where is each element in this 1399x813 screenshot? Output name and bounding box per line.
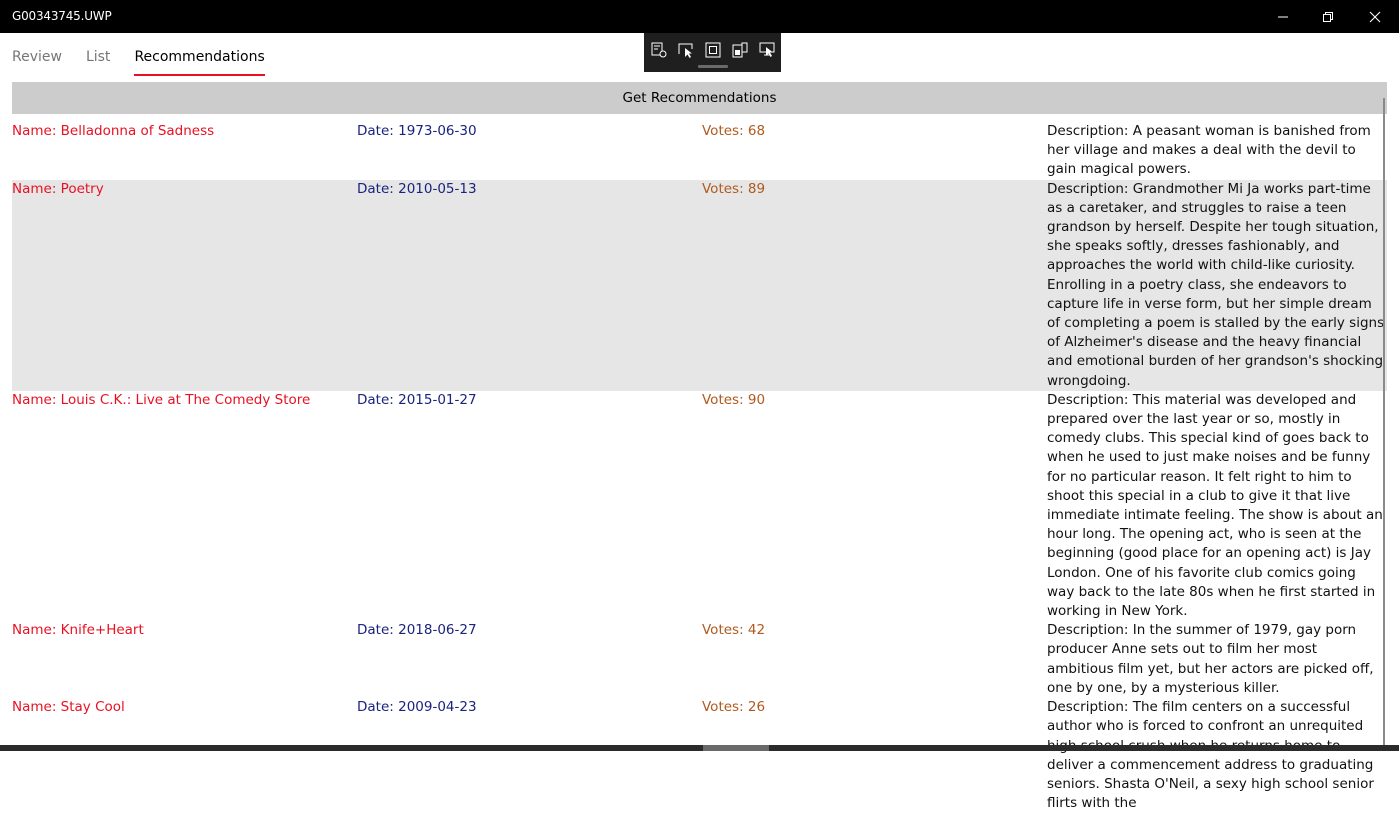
item-date: Date: 2018-06-27: [357, 622, 477, 639]
minimize-button[interactable]: [1260, 0, 1306, 33]
close-button[interactable]: [1352, 0, 1398, 33]
window-title: G00343745.UWP: [12, 9, 112, 23]
item-votes: Votes: 68: [702, 123, 766, 139]
title-bar: G00343745.UWP: [0, 0, 1399, 33]
vertical-scrollbar[interactable]: [1383, 98, 1385, 751]
live-visual-tree-icon[interactable]: [650, 41, 668, 59]
restore-icon: [1323, 11, 1333, 22]
item-description: Description: Grandmother Mi Ja works par…: [1047, 180, 1385, 389]
display-layout-adorners-icon[interactable]: [704, 41, 722, 59]
recommendations-list: Name: Belladonna of Sadness Date: 1973-0…: [12, 122, 1387, 813]
item-date: Date: 2009-04-23: [357, 699, 477, 716]
tab-recommendations[interactable]: Recommendations: [134, 46, 266, 76]
preview-selection-icon[interactable]: [758, 41, 776, 59]
toolbar-grip[interactable]: [698, 65, 728, 68]
select-element-icon[interactable]: [677, 41, 695, 59]
item-name: Name: Stay Cool: [12, 699, 125, 716]
item-date: Date: 1973-06-30: [357, 123, 477, 139]
item-name: Name: Belladonna of Sadness: [12, 123, 215, 139]
item-votes: Votes: 26: [702, 699, 766, 716]
item-votes: Votes: 42: [702, 622, 766, 639]
pivot-tabs: Review List Recommendations: [12, 46, 289, 80]
item-name: Name: Poetry: [12, 180, 104, 197]
item-description: Description: This material was developed…: [1047, 391, 1383, 620]
item-description: Description: A peasant woman is banished…: [1047, 123, 1371, 178]
minimize-icon: [1278, 16, 1288, 17]
scrollbar-thumb[interactable]: [703, 745, 769, 751]
item-name: Name: Knife+Heart: [12, 622, 144, 639]
tab-review[interactable]: Review: [12, 46, 62, 76]
close-icon: [1369, 11, 1381, 22]
get-recommendations-button[interactable]: Get Recommendations: [12, 82, 1387, 114]
tab-list[interactable]: List: [86, 46, 110, 76]
item-votes: Votes: 89: [702, 180, 766, 197]
horizontal-scrollbar[interactable]: [0, 745, 1399, 751]
item-date: Date: 2015-01-27: [357, 391, 477, 408]
restore-button[interactable]: [1305, 0, 1351, 33]
list-item[interactable]: Name: Stay Cool Date: 2009-04-23 Votes: …: [12, 698, 1387, 813]
item-date: Date: 2010-05-13: [357, 180, 477, 197]
list-item[interactable]: Name: Belladonna of Sadness Date: 1973-0…: [12, 122, 1387, 180]
list-item[interactable]: Name: Louis C.K.: Live at The Comedy Sto…: [12, 391, 1387, 621]
item-description: Description: In the summer of 1979, gay …: [1047, 622, 1374, 696]
item-votes: Votes: 90: [702, 391, 766, 408]
list-item[interactable]: Name: Knife+Heart Date: 2018-06-27 Votes…: [12, 621, 1387, 698]
item-description: Description: The film centers on a succe…: [1047, 699, 1374, 812]
item-name: Name: Louis C.K.: Live at The Comedy Sto…: [12, 391, 311, 408]
debug-toolbar: [644, 33, 781, 72]
track-focus-icon[interactable]: [731, 41, 749, 59]
list-item[interactable]: Name: Poetry Date: 2010-05-13 Votes: 89 …: [12, 179, 1387, 391]
